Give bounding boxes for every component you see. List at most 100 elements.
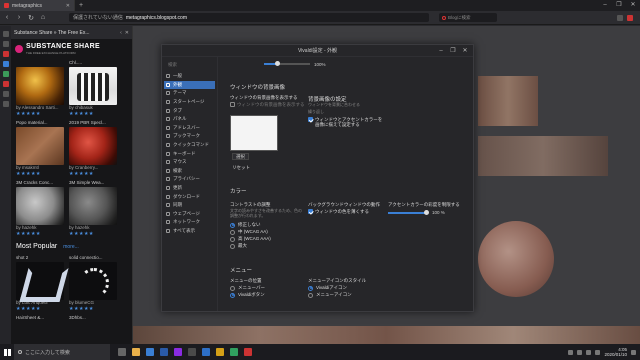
clock[interactable]: 4:05 2020/01/10	[604, 347, 627, 357]
radio-dot[interactable]	[308, 292, 313, 298]
select-image-button[interactable]: 選択	[232, 153, 249, 160]
material-card[interactable]: by Alessandro Sarti... ★★★★★	[16, 59, 64, 117]
radio-dot[interactable]	[230, 229, 235, 235]
radio-dot[interactable]	[230, 292, 235, 298]
dialog-maximize-button[interactable]: ❐	[447, 45, 459, 57]
panel-back-icon[interactable]: ‹	[120, 30, 122, 36]
slider-handle[interactable]	[275, 61, 281, 67]
settings-category-item[interactable]: 検索	[162, 167, 217, 176]
web-panel-icon[interactable]	[2, 81, 9, 87]
material-thumbnail[interactable]	[69, 187, 117, 225]
extension-icon[interactable]	[617, 14, 623, 21]
material-card[interactable]: solid connectio... by blumeCG ★★★★★	[69, 254, 117, 312]
address-field[interactable]: 保護されていない通信 metagraphics.blogspot.com	[69, 13, 429, 22]
reload-icon[interactable]: ↻	[27, 14, 35, 22]
notification-icon[interactable]	[631, 349, 636, 355]
settings-category-item[interactable]: すべて表示	[162, 227, 217, 236]
file-explorer-icon[interactable]	[132, 348, 140, 356]
radio-dot[interactable]	[230, 236, 235, 242]
material-thumbnail[interactable]	[69, 262, 117, 300]
search-field[interactable]: Blogに検索	[439, 13, 497, 22]
tray-chevron-icon[interactable]	[568, 349, 574, 355]
vivaldi-panel-icon[interactable]	[2, 51, 9, 57]
material-thumbnail[interactable]	[16, 67, 64, 105]
material-card[interactable]: Chl..... by chibasuk ★★★★★	[69, 59, 117, 117]
volume-icon[interactable]	[586, 349, 592, 355]
app-icon[interactable]	[230, 348, 238, 356]
settings-category-item[interactable]: プライバシー	[162, 175, 217, 184]
radio-option[interactable]: 高 (WCAG AAA)	[230, 236, 271, 242]
slider-handle[interactable]	[423, 210, 429, 215]
settings-category-item[interactable]: ネットワーク	[162, 218, 217, 227]
panel-close-icon[interactable]: ✕	[125, 30, 129, 36]
material-card[interactable]: 3M Simple Wea... by hazehk ★★★★★	[69, 179, 117, 237]
app-icon[interactable]	[146, 348, 154, 356]
more-link[interactable]: more...	[63, 244, 79, 250]
checkbox-box[interactable]	[308, 117, 313, 122]
match-accent-checkbox[interactable]: ウィンドウとアクセントカラーを画像に揃えて設定する	[308, 117, 384, 127]
add-panel-icon[interactable]	[2, 101, 9, 107]
vivaldi-taskbar-icon[interactable]	[244, 348, 252, 356]
settings-category-item[interactable]: タブ	[162, 106, 217, 115]
app-icon[interactable]	[160, 348, 168, 356]
dim-window-checkbox[interactable]: ウィンドウの色を薄くする	[308, 209, 369, 214]
dialog-minimize-button[interactable]: –	[435, 45, 447, 57]
top-slider[interactable]	[264, 61, 310, 67]
bookmarks-panel-icon[interactable]	[2, 31, 9, 37]
material-thumbnail[interactable]	[16, 262, 64, 300]
task-view-icon[interactable]	[118, 348, 126, 356]
network-icon[interactable]	[577, 349, 583, 355]
app-icon[interactable]	[216, 348, 224, 356]
substance-share-logo[interactable]: SUBSTANCE SHARE THE FREE EXCHANGE PLATFO…	[11, 41, 132, 57]
app-icon[interactable]	[188, 348, 196, 356]
taskbar-search[interactable]: ここに入力して検索	[14, 344, 110, 360]
radio-dot[interactable]	[308, 285, 313, 291]
material-card[interactable]: shot 2 by Loic Anquetil ★★★★★	[16, 254, 64, 312]
material-card[interactable]: 2019 PBR Specl... by Cranberry... ★★★★★	[69, 119, 117, 177]
home-icon[interactable]: ⌂	[39, 14, 47, 21]
radio-option[interactable]: メニューアイコン	[308, 292, 352, 298]
settings-category-item[interactable]: ダウンロード	[162, 192, 217, 201]
radio-option[interactable]: Vivaldiボタン	[230, 292, 265, 298]
radio-option[interactable]: Vivaldiアイコン	[308, 285, 347, 291]
settings-search-input[interactable]: 検索	[165, 61, 214, 69]
settings-category-item[interactable]: クイックコマンド	[162, 141, 217, 150]
web-panel-icon[interactable]	[2, 61, 9, 67]
downloads-panel-icon[interactable]	[2, 41, 9, 47]
maximize-button[interactable]: ❐	[612, 0, 626, 11]
settings-category-item[interactable]: 外観	[164, 80, 215, 90]
new-tab-button[interactable]: +	[75, 0, 87, 11]
settings-category-item[interactable]: ウェブページ	[162, 210, 217, 219]
material-thumbnail[interactable]	[16, 127, 64, 165]
settings-category-item[interactable]: 同期	[162, 201, 217, 210]
radio-option[interactable]: 中 (WCAG AA)	[230, 229, 268, 235]
material-thumbnail[interactable]	[69, 67, 117, 105]
vivaldi-menu-icon[interactable]	[627, 14, 633, 21]
window-bg-show-checkbox[interactable]: ウィンドウの背景画像を表示する	[230, 102, 305, 107]
start-button[interactable]	[0, 344, 14, 360]
settings-category-item[interactable]: ブックマーク	[162, 132, 217, 141]
radio-option[interactable]: 最大	[230, 243, 247, 249]
checkbox-box[interactable]	[230, 102, 235, 107]
settings-category-item[interactable]: パネル	[162, 115, 217, 124]
tab-close-icon[interactable]: ✕	[66, 3, 70, 9]
radio-dot[interactable]	[230, 243, 235, 249]
settings-category-item[interactable]: スタートページ	[162, 98, 217, 107]
ime-icon[interactable]	[595, 349, 601, 355]
app-icon[interactable]	[174, 348, 182, 356]
settings-category-item[interactable]: キーボード	[162, 149, 217, 158]
checkbox-box[interactable]	[308, 209, 313, 214]
forward-icon[interactable]: ›	[15, 14, 23, 21]
app-icon[interactable]	[202, 348, 210, 356]
settings-category-item[interactable]: テーマ	[162, 89, 217, 98]
browser-tab-active[interactable]: metagraphics ✕	[0, 0, 75, 11]
web-panel-icon[interactable]	[2, 71, 9, 77]
settings-category-item[interactable]: 更新	[162, 184, 217, 193]
background-preview[interactable]	[230, 115, 278, 151]
radio-dot[interactable]	[230, 222, 235, 228]
accent-saturation-slider[interactable]	[388, 210, 429, 215]
material-card[interactable]: 3M Cracks Conc... by hazehk ★★★★★	[16, 179, 64, 237]
settings-category-item[interactable]: アドレスバー	[162, 124, 217, 133]
settings-category-item[interactable]: マウス	[162, 158, 217, 167]
radio-dot[interactable]	[230, 285, 235, 291]
